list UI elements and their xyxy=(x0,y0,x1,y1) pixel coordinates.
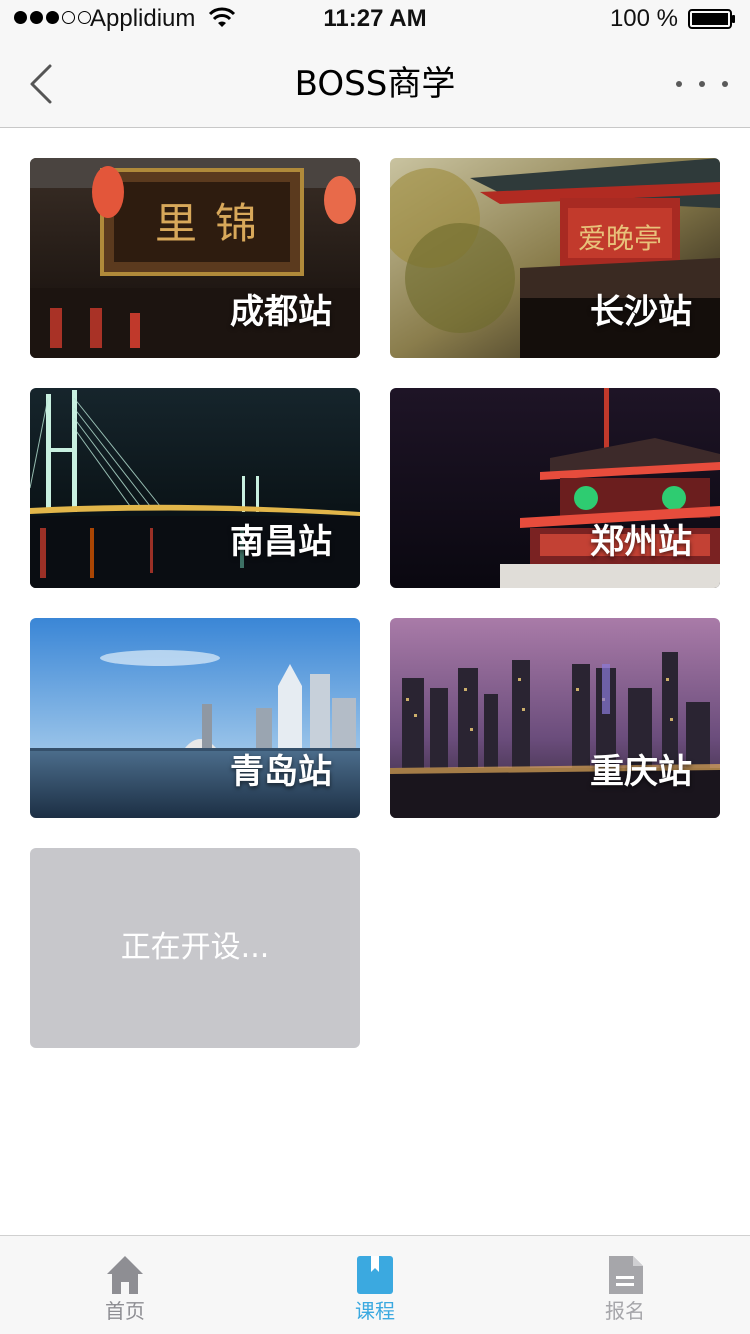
city-label: 郑州站 xyxy=(590,522,692,562)
tab-bar: 首页 课程 报名 xyxy=(0,1235,750,1334)
battery-icon xyxy=(688,9,735,29)
city-label: 南昌站 xyxy=(230,522,332,562)
city-label: 成都站 xyxy=(230,292,332,332)
tab-courses-label: 课程 xyxy=(355,1299,395,1323)
city-card-chengdu[interactable]: 里 锦 成都站 xyxy=(30,158,360,358)
city-label: 长沙站 xyxy=(590,292,692,332)
tab-home[interactable]: 首页 xyxy=(0,1236,250,1334)
city-card-changsha[interactable]: 爱晚亭 长沙站 xyxy=(390,158,720,358)
city-card-chongqing[interactable]: 重庆站 xyxy=(390,618,720,818)
home-icon xyxy=(107,1256,143,1294)
tab-signup[interactable]: 报名 xyxy=(500,1236,750,1334)
city-card-zhengzhou[interactable]: 郑州站 xyxy=(390,388,720,588)
status-bar: Applidium 11:27 AM 100 % xyxy=(0,0,750,40)
page-title: BOSS商学 xyxy=(294,64,456,104)
svg-text:锦: 锦 xyxy=(215,199,257,248)
document-icon xyxy=(609,1256,643,1294)
bookmark-book-icon xyxy=(357,1256,393,1294)
svg-text:里: 里 xyxy=(155,199,197,248)
navigation-bar: BOSS商学 xyxy=(0,40,750,128)
tab-signup-label: 报名 xyxy=(605,1299,645,1323)
city-card-nanchang[interactable]: 南昌站 xyxy=(30,388,360,588)
city-label: 重庆站 xyxy=(590,752,692,792)
more-dots-icon[interactable] xyxy=(676,68,728,100)
coming-soon-card: 正在开设... xyxy=(30,848,360,1048)
city-grid: 里 锦 成都站 爱晚亭 长沙站 南昌站 郑州站 青岛站 重庆站 正在开设... xyxy=(30,158,720,1048)
tab-home-label: 首页 xyxy=(105,1299,145,1323)
coming-soon-label: 正在开设... xyxy=(120,930,270,965)
city-label: 青岛站 xyxy=(230,752,332,792)
city-card-qingdao[interactable]: 青岛站 xyxy=(30,618,360,818)
battery-percentage: 100 % xyxy=(609,5,678,32)
svg-text:爱晚亭: 爱晚亭 xyxy=(578,222,662,255)
tab-courses[interactable]: 课程 xyxy=(250,1236,500,1334)
